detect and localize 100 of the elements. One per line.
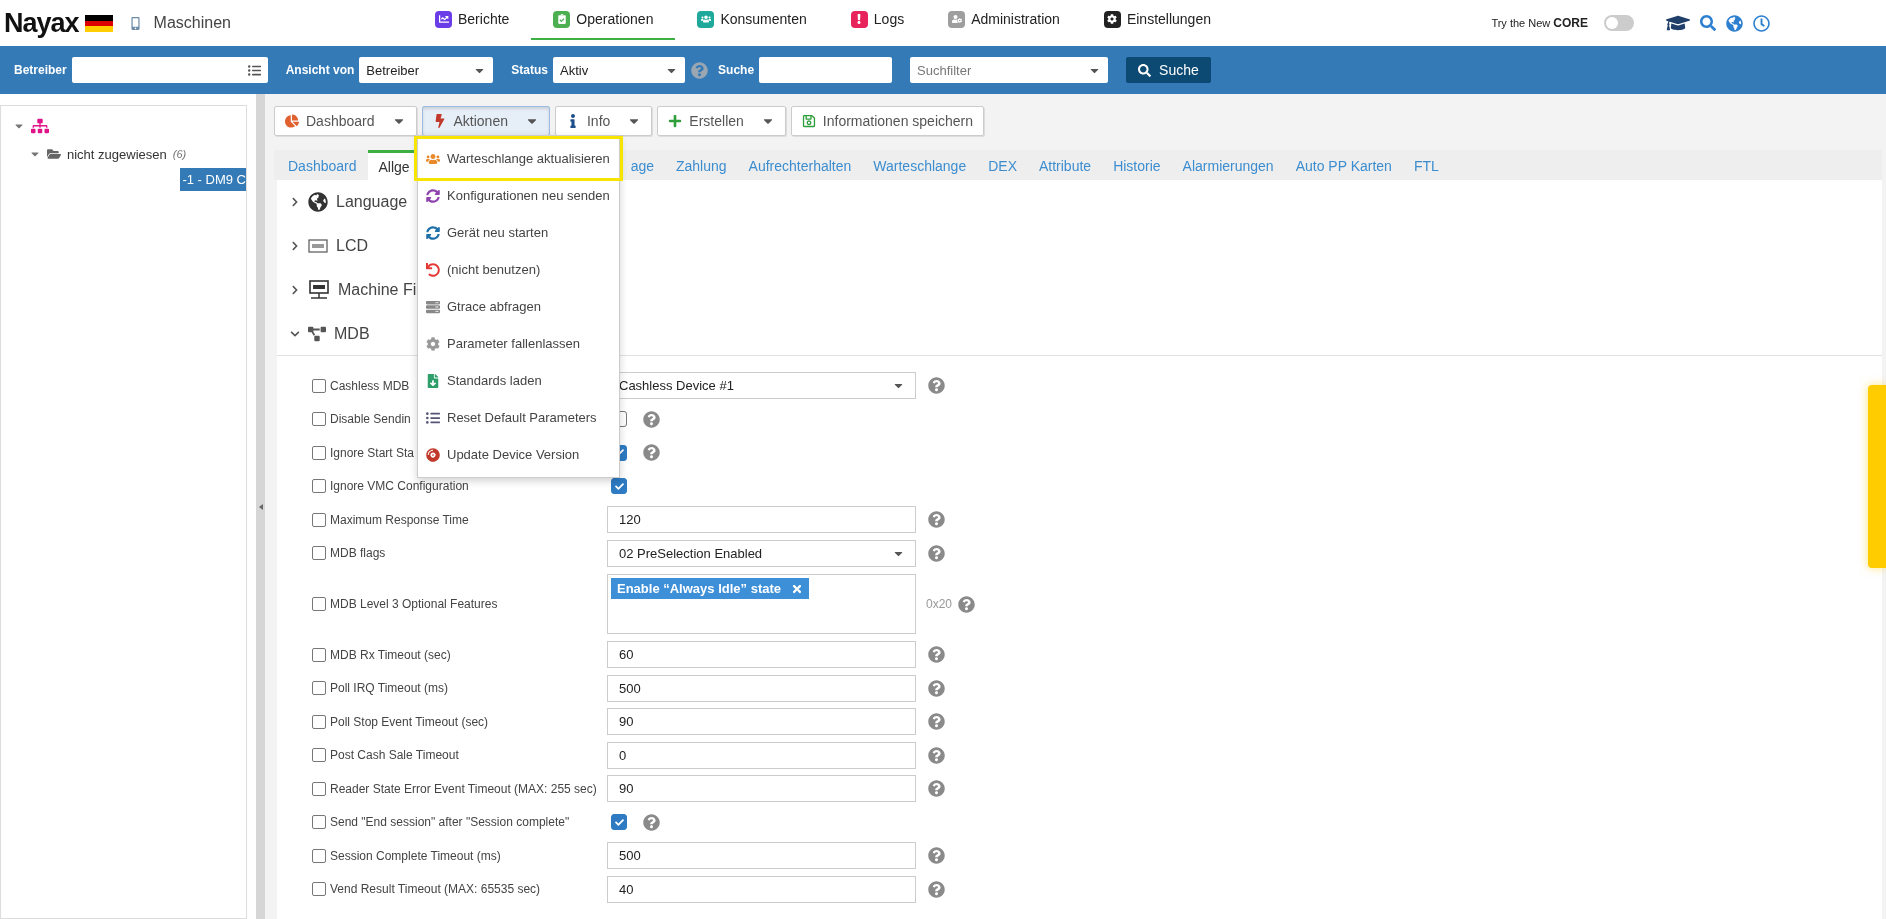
checkbox[interactable] xyxy=(611,814,627,831)
checkbox[interactable] xyxy=(312,681,326,696)
checkbox[interactable] xyxy=(312,378,326,393)
input-field[interactable]: 500 xyxy=(607,674,916,702)
setting-label: MDB Rx Timeout (sec) xyxy=(330,647,451,662)
menu-item[interactable]: Gerät neu starten xyxy=(418,214,619,251)
page-title: Maschinen xyxy=(153,14,231,32)
clock-icon[interactable] xyxy=(1753,14,1770,32)
toolbar-button[interactable]: Info xyxy=(555,106,653,136)
checkbox[interactable] xyxy=(312,882,326,897)
field-label: Suche xyxy=(718,63,755,77)
input-field[interactable]: 90 xyxy=(607,775,916,803)
toolbar-button[interactable]: Aktionen xyxy=(421,106,550,136)
help-icon[interactable] xyxy=(643,410,660,428)
checkbox[interactable] xyxy=(312,815,326,830)
help-icon[interactable] xyxy=(928,746,945,764)
select-field[interactable]: Suchfilter xyxy=(910,57,1109,83)
help-icon[interactable] xyxy=(958,595,976,613)
promo-text: Try the New CORE xyxy=(1491,16,1588,30)
help-icon[interactable] xyxy=(928,377,945,395)
globe-icon[interactable] xyxy=(1726,14,1743,32)
diagram-icon xyxy=(308,324,326,343)
menu-item[interactable]: Gtrace abfragen xyxy=(418,288,619,325)
section-header[interactable]: MDB xyxy=(290,324,370,343)
close-icon[interactable] xyxy=(791,582,803,595)
nav-item[interactable]: Einstellungen xyxy=(1081,0,1233,40)
list-icon[interactable] xyxy=(247,63,261,77)
toggle-switch[interactable] xyxy=(1604,15,1634,31)
select-field[interactable]: Betreiber xyxy=(359,57,494,83)
setting-label: MDB Level 3 Optional Features xyxy=(330,597,498,611)
org-chart-icon xyxy=(31,117,49,135)
checkbox[interactable] xyxy=(312,748,326,763)
help-icon[interactable] xyxy=(928,880,945,898)
checkbox[interactable] xyxy=(312,647,326,662)
checkbox[interactable] xyxy=(312,781,326,796)
server-icon xyxy=(426,299,440,314)
search-button[interactable]: Suche xyxy=(1126,57,1211,83)
help-icon[interactable] xyxy=(643,444,660,462)
input-field[interactable] xyxy=(71,57,268,83)
section-header[interactable]: Language xyxy=(290,192,408,212)
input-field[interactable]: 500 xyxy=(607,842,916,870)
input-field[interactable]: 40 xyxy=(607,875,916,903)
checkbox[interactable] xyxy=(312,445,326,460)
network-monitor-icon xyxy=(308,279,330,301)
tree-label[interactable]: nicht zugewiesen xyxy=(67,146,167,162)
setting-label: Ignore Start Sta xyxy=(330,445,415,460)
help-icon[interactable] xyxy=(928,679,945,697)
logo[interactable]: Nayax xyxy=(4,7,79,39)
help-icon[interactable] xyxy=(928,713,945,731)
tree-item[interactable]: -1 - DM9 C xyxy=(180,168,246,191)
nav-item[interactable]: Logs xyxy=(828,0,927,40)
item-count: (6) xyxy=(172,148,187,160)
section-header[interactable]: Machine Fi xyxy=(290,279,417,301)
input-field[interactable] xyxy=(759,57,893,83)
checkbox[interactable] xyxy=(611,478,627,495)
input-field[interactable]: 60 xyxy=(607,641,916,669)
help-icon[interactable] xyxy=(928,780,945,798)
toolbar-button[interactable]: Informationen speichern xyxy=(790,106,984,136)
input-field[interactable]: 90 xyxy=(607,708,916,736)
nav-item[interactable]: Administration xyxy=(926,0,1082,40)
select-field[interactable]: Aktiv xyxy=(553,57,686,83)
search-icon[interactable] xyxy=(1700,15,1716,31)
nav-item[interactable]: Operationen xyxy=(531,0,676,40)
section-header[interactable]: LCD xyxy=(290,237,368,255)
checkbox[interactable] xyxy=(312,546,326,561)
select-field[interactable]: 02 PreSelection Enabled xyxy=(607,539,916,567)
input-field[interactable]: 0 xyxy=(607,741,916,769)
toolbar-button[interactable]: Erstellen xyxy=(657,106,786,136)
help-icon[interactable] xyxy=(928,646,945,664)
checkbox[interactable] xyxy=(312,479,326,494)
menu-item[interactable]: Parameter fallenlassen xyxy=(418,325,619,362)
nav-item[interactable]: Berichte xyxy=(413,0,532,40)
download-icon xyxy=(426,373,440,388)
checkbox[interactable] xyxy=(312,597,326,611)
setting-label: Poll IRQ Timeout (ms) xyxy=(330,681,449,696)
field-label: Status xyxy=(511,63,549,77)
menu-item[interactable]: Warteschlange aktualisieren xyxy=(418,140,619,177)
menu-item[interactable]: Reset Default Parameters xyxy=(418,399,619,436)
setting-label: Cashless MDB xyxy=(330,378,410,393)
checkbox[interactable] xyxy=(312,512,326,527)
check-icon xyxy=(614,817,624,827)
input-field[interactable]: 120 xyxy=(607,506,916,534)
menu-item[interactable]: Konfigurationen neu senden xyxy=(418,177,619,214)
chevron-icon xyxy=(290,197,300,207)
collapse-icon[interactable] xyxy=(258,503,263,510)
help-icon[interactable] xyxy=(643,813,660,831)
help-icon[interactable] xyxy=(928,544,945,562)
checkbox[interactable] xyxy=(312,412,326,427)
plus-icon xyxy=(668,114,683,128)
nav-item[interactable]: Konsumenten xyxy=(675,0,829,40)
menu-item[interactable]: (nicht benutzen) xyxy=(418,251,619,288)
hex-value: 0x20 xyxy=(926,597,953,611)
field-label: Betreiber xyxy=(14,63,67,77)
toolbar-button[interactable]: Dashboard xyxy=(274,106,417,136)
menu-item[interactable]: Update Device Version xyxy=(418,436,619,473)
help-icon[interactable] xyxy=(928,847,945,865)
checkbox[interactable] xyxy=(312,848,326,863)
device-icon xyxy=(128,16,142,30)
help-icon[interactable] xyxy=(928,511,945,529)
checkbox[interactable] xyxy=(312,714,326,729)
